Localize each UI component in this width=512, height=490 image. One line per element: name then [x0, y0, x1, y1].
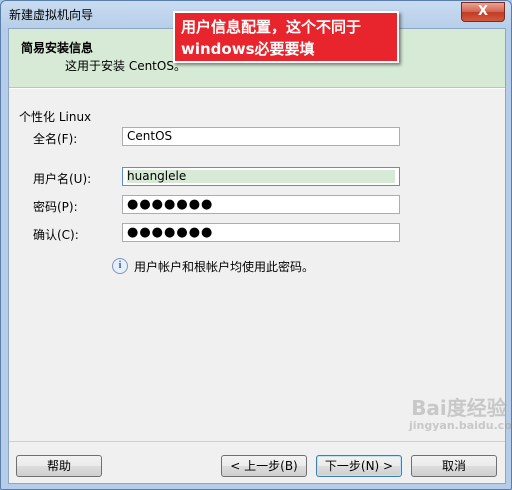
watermark: Bai度经验 jingyan.baidu.com: [409, 396, 512, 487]
username-selection-highlight: [180, 170, 395, 183]
wizard-window: 新建虚拟机向导 X 简易安装信息 这用于安装 CentOS。 个性化 Linux…: [0, 0, 512, 490]
username-value: huanglele: [127, 169, 189, 183]
watermark-url: jingyan.baidu.com: [409, 419, 512, 432]
header-divider: [9, 88, 505, 89]
password-info-text: 用户帐户和根帐户均使用此密码。: [134, 260, 315, 274]
help-button[interactable]: 帮助: [16, 455, 102, 477]
group-label-personalize: 个性化 Linux: [19, 110, 92, 124]
close-button[interactable]: X: [461, 2, 505, 22]
window-title: 新建虚拟机向导: [9, 8, 94, 22]
username-label: 用户名(U):: [33, 172, 92, 186]
full-name-field[interactable]: CentOS: [122, 127, 400, 146]
header-subtitle: 这用于安装 CentOS。: [65, 59, 186, 73]
annotation-callout: 用户信息配置，这个不同于windows必要要填: [173, 11, 399, 63]
confirm-label: 确认(C):: [33, 228, 79, 242]
next-button[interactable]: 下一步(N) >: [316, 455, 402, 477]
password-label: 密码(P):: [33, 200, 78, 214]
confirm-password-field[interactable]: ●●●●●●●: [122, 223, 400, 242]
close-icon: X: [477, 4, 489, 19]
password-field[interactable]: ●●●●●●●: [122, 195, 400, 214]
watermark-logo: Bai度经验: [411, 396, 507, 420]
back-button[interactable]: < 上一步(B): [221, 455, 307, 477]
info-icon: i: [112, 258, 128, 274]
full-name-label: 全名(F):: [33, 132, 78, 146]
username-field[interactable]: huanglele: [122, 167, 400, 186]
header-title: 简易安装信息: [21, 41, 94, 55]
